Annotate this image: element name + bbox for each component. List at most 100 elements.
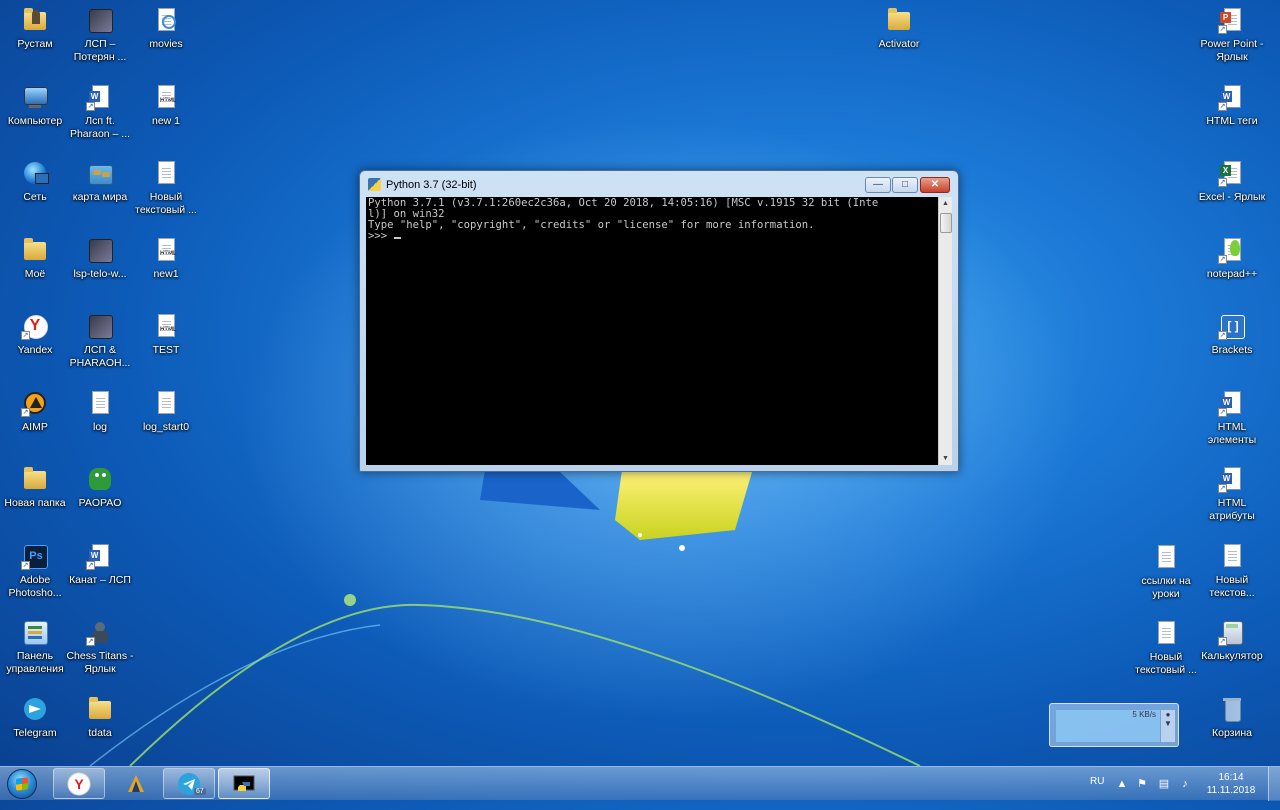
desktop-icon[interactable]: P ↗ Power Point - Ярлык xyxy=(1197,4,1267,81)
desktop-icon-label: Рустам xyxy=(17,38,53,50)
desktop-icon[interactable]: ↗ notepad++ xyxy=(1197,234,1267,311)
desktop-icon[interactable]: log xyxy=(65,387,135,464)
desktop-icon[interactable]: Новый текстовый ... xyxy=(131,157,201,234)
word-doc-icon: W ↗ xyxy=(1218,83,1246,111)
desktop-icon[interactable]: карта мира xyxy=(65,157,135,234)
network-status-icon[interactable]: ▤ xyxy=(1157,777,1171,791)
desktop-icon-label: lsp-telo-w... xyxy=(73,267,127,280)
map-image-icon xyxy=(86,159,114,187)
desktop-icon[interactable]: ЛСП – Потерян ... xyxy=(65,4,135,81)
scroll-thumb[interactable] xyxy=(940,213,952,233)
volume-icon[interactable]: ♪ xyxy=(1178,777,1192,791)
python-console-window[interactable]: Python 3.7 (32-bit) — □ ✕ Python 3.7.1 (… xyxy=(359,170,959,472)
system-clock[interactable]: 16:14 11.11.2018 xyxy=(1196,771,1266,797)
window-titlebar[interactable]: Python 3.7 (32-bit) — □ ✕ xyxy=(360,171,958,197)
html-file-icon: HTML xyxy=(152,236,180,264)
desktop-icon[interactable]: tdata xyxy=(65,693,135,767)
user-folder-icon xyxy=(21,6,49,34)
desktop-icon-label: Сеть xyxy=(23,191,47,203)
telegram-icon xyxy=(21,695,49,723)
desktop-icon[interactable]: ЛСП & PHARAOH... xyxy=(65,310,135,387)
action-center-flag-icon[interactable]: ⚑ xyxy=(1135,777,1149,791)
desktop-icon-label: new1 xyxy=(153,267,179,280)
desktop-icon-label: Калькулятор xyxy=(1201,650,1263,662)
desktop-icon[interactable]: W ↗ HTML элементы xyxy=(1197,387,1267,464)
desktop-icon[interactable]: HTML new 1 xyxy=(131,81,201,158)
folder-icon xyxy=(21,236,49,264)
desktop-icon-label: Power Point - Ярлык xyxy=(1200,38,1264,63)
vertical-scrollbar[interactable]: ▲ ▼ xyxy=(938,197,952,465)
game-icon xyxy=(86,465,114,493)
text-file-icon xyxy=(1152,619,1180,647)
desktop-icon[interactable]: Моё xyxy=(0,234,70,311)
show-desktop-button[interactable] xyxy=(1268,767,1280,801)
desktop-icon[interactable]: W ↗ HTML атрибуты xyxy=(1197,463,1267,540)
scroll-up-icon[interactable]: ▲ xyxy=(939,197,952,210)
desktop-icon-new-text[interactable]: Новый текстовый ... xyxy=(1131,617,1201,694)
desktop-icon-label: Activator xyxy=(878,38,920,50)
desktop-icon-label: Excel - Ярлык xyxy=(1198,191,1266,203)
desktop-icon-activator[interactable]: Activator xyxy=(864,4,934,81)
scroll-down-icon[interactable]: ▼ xyxy=(939,452,952,465)
minimize-button[interactable]: — xyxy=(865,177,891,193)
desktop-icon[interactable]: Корзина xyxy=(1197,693,1267,767)
desktop-icon[interactable]: ↗ AIMP xyxy=(0,387,70,464)
desktop-icon[interactable]: Компьютер xyxy=(0,81,70,158)
console-prompt-line[interactable]: >>> xyxy=(368,231,936,242)
desktop-icon[interactable]: HTML TEST xyxy=(131,310,201,387)
folder-icon xyxy=(21,465,49,493)
desktop-icon-label: ссылки на уроки xyxy=(1141,575,1191,600)
network-meter-gadget[interactable]: 5 KB/s ● ▼ xyxy=(1049,703,1179,747)
show-hidden-icons-icon[interactable]: ▲ xyxy=(1115,777,1129,791)
desktop-icon[interactable]: log_start0 xyxy=(131,387,201,464)
svg-text:Y: Y xyxy=(74,776,84,792)
powerpoint-icon: P ↗ xyxy=(1218,6,1246,34)
clock-date: 11.11.2018 xyxy=(1206,785,1256,796)
language-indicator[interactable]: RU xyxy=(1090,776,1104,810)
desktop-icon[interactable]: Ps ↗ Adobe Photosho... xyxy=(0,540,70,617)
desktop-icon[interactable]: W ↗ Лсп ft. Pharaon – ... xyxy=(65,81,135,158)
taskbar-game[interactable] xyxy=(110,768,162,799)
desktop-icon[interactable]: ↗ Chess Titans - Ярлык xyxy=(65,616,135,693)
desktop-icon[interactable]: W ↗ HTML теги xyxy=(1197,81,1267,158)
desktop-icon[interactable]: ↗ Калькулятор xyxy=(1197,616,1267,693)
desktop-icon[interactable]: Telegram xyxy=(0,693,70,767)
text-file-icon xyxy=(86,389,114,417)
settings-file-icon xyxy=(152,6,180,34)
close-button[interactable]: ✕ xyxy=(920,177,950,193)
text-file-icon xyxy=(152,389,180,417)
console-output[interactable]: Python 3.7.1 (v3.7.1:260ec2c36a, Oct 20 … xyxy=(366,197,938,465)
console-line: Type "help", "copyright", "credits" or "… xyxy=(368,219,815,231)
aimp-icon: ↗ xyxy=(21,389,49,417)
desktop-icon[interactable]: movies xyxy=(131,4,201,81)
window-title: Python 3.7 (32-bit) xyxy=(386,179,477,191)
desktop-icon[interactable]: X ↗ Excel - Ярлык xyxy=(1197,157,1267,234)
desktop-icon[interactable]: Новый текстов... xyxy=(1197,540,1267,617)
desktop-icon-label: log_start0 xyxy=(142,420,190,433)
taskbar-telegram[interactable]: 67 xyxy=(163,768,215,799)
clock-time: 16:14 xyxy=(1218,772,1244,783)
desktop-icon[interactable]: Рустам xyxy=(0,4,70,81)
text-cursor xyxy=(393,237,401,239)
html-file-icon: HTML xyxy=(152,83,180,111)
folder-icon xyxy=(885,6,913,34)
desktop-column-1: Рустам Компьютер Сеть Моё Y ↗ Yandex ↗ AIMP Новая… xyxy=(0,4,70,766)
desktop-icon[interactable]: Новая папка xyxy=(0,463,70,540)
desktop-icon[interactable]: lsp-telo-w... xyxy=(65,234,135,311)
desktop-icon-links[interactable]: ссылки на уроки xyxy=(1131,541,1201,618)
start-button[interactable] xyxy=(3,767,43,801)
taskbar-python[interactable] xyxy=(218,768,270,799)
maximize-button[interactable]: □ xyxy=(892,177,918,193)
computer-icon xyxy=(21,83,49,111)
desktop-icon[interactable]: Y ↗ Yandex xyxy=(0,310,70,387)
desktop-icon[interactable]: Сеть xyxy=(0,157,70,234)
taskbar-yandex[interactable]: Y xyxy=(53,768,105,799)
desktop-icon[interactable]: W ↗ Канат – ЛСП xyxy=(65,540,135,617)
desktop-icon[interactable]: HTML new1 xyxy=(131,234,201,311)
desktop-icon[interactable]: PAOPAO xyxy=(65,463,135,540)
desktop-icon[interactable]: [ ] ↗ Brackets xyxy=(1197,310,1267,387)
gadget-controls[interactable]: ● ▼ xyxy=(1161,710,1175,742)
image-icon xyxy=(86,236,114,264)
desktop-icon[interactable]: Панель управления xyxy=(0,616,70,693)
desktop-icon-label: HTML теги xyxy=(1206,114,1258,127)
